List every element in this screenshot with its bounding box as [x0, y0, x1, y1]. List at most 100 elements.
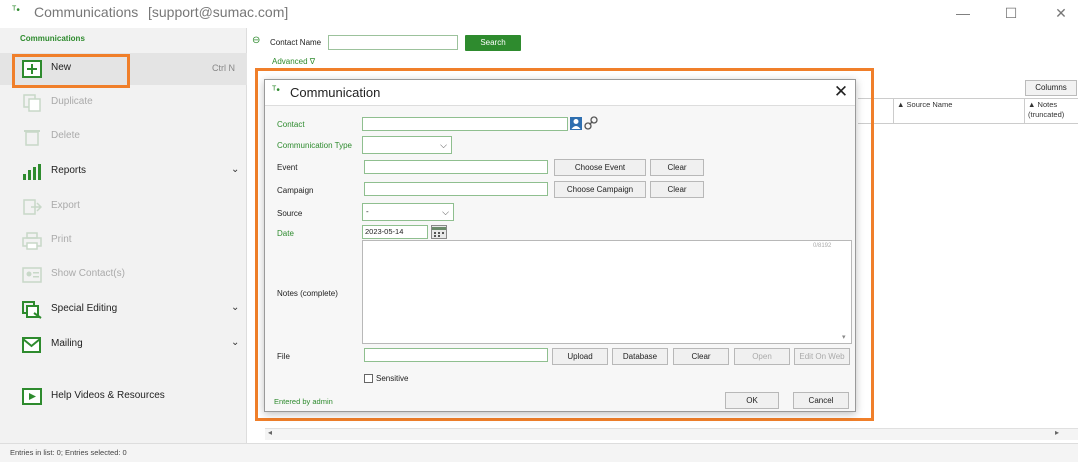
contact-label: Contact	[277, 120, 305, 129]
sidebar-item-label: Mailing	[51, 338, 83, 349]
sidebar-item-special-editing[interactable]: Special Editing ⌄	[0, 294, 247, 326]
communication-type-select[interactable]: ⌵	[362, 136, 452, 154]
sidebar-item-label: Show Contact(s)	[51, 268, 125, 279]
maximize-button[interactable]: ☐	[996, 2, 1026, 24]
chevron-down-icon: ⌄	[231, 164, 240, 175]
window-titlebar: ᵀ• Communications [support@sumac.com] — …	[0, 0, 1078, 26]
column-divider[interactable]	[1024, 98, 1025, 124]
clear-event-button[interactable]: Clear	[650, 159, 704, 176]
upload-button[interactable]: Upload	[552, 348, 608, 365]
ok-button[interactable]: OK	[725, 392, 779, 409]
notes-label: Notes (complete)	[277, 289, 338, 298]
dialog-titlebar: ᵀ• Communication ✕	[265, 80, 855, 106]
choose-event-button[interactable]: Choose Event	[554, 159, 646, 176]
export-icon	[23, 199, 42, 215]
notes-textarea[interactable]: 0/8192 ▾	[362, 240, 852, 344]
status-text: Entries in list: 0; Entries selected: 0	[10, 448, 127, 457]
contact-lookup-icon[interactable]	[570, 117, 582, 130]
column-header-source-name[interactable]: ▲ Source Name	[897, 100, 952, 110]
printer-icon	[22, 232, 42, 250]
open-button[interactable]: Open	[734, 348, 790, 365]
sidebar-item-label: Duplicate	[51, 96, 93, 107]
chevron-down-icon: ⌄	[231, 337, 240, 348]
sidebar-item-label: Reports	[51, 165, 87, 176]
contact-name-label: Contact Name	[270, 38, 322, 47]
search-toggle-icon[interactable]: ⊖	[252, 35, 260, 46]
contact-name-input[interactable]	[328, 35, 458, 50]
clear-campaign-button[interactable]: Clear	[650, 181, 704, 198]
edit-on-web-button[interactable]: Edit On Web	[794, 348, 850, 365]
duplicate-icon	[23, 94, 41, 112]
columns-button[interactable]: Columns	[1025, 80, 1077, 96]
app-logo-icon: ᵀ•	[12, 5, 20, 16]
sidebar-item-show-contacts[interactable]: Show Contact(s)	[0, 259, 247, 291]
sidebar: Communications New Ctrl N Duplicate Dele…	[0, 28, 247, 443]
sidebar-item-export[interactable]: Export	[0, 191, 247, 223]
trash-icon	[24, 130, 40, 146]
app-logo-icon: ᵀ•	[272, 85, 280, 96]
sidebar-item-label: Print	[51, 234, 72, 245]
date-label: Date	[277, 229, 294, 238]
event-label: Event	[277, 163, 298, 172]
choose-campaign-button[interactable]: Choose Campaign	[554, 181, 646, 198]
column-divider[interactable]	[893, 98, 894, 124]
horizontal-scrollbar[interactable]	[265, 428, 1078, 440]
date-input[interactable]: 2023-05-14	[362, 225, 428, 239]
shortcut-hint: Ctrl N	[212, 63, 235, 73]
campaign-input[interactable]	[364, 182, 548, 196]
entered-by-text: Entered by admin	[274, 397, 333, 406]
status-bar: Entries in list: 0; Entries selected: 0	[0, 443, 1078, 462]
sensitive-checkbox[interactable]	[364, 374, 373, 383]
column-header-notes[interactable]: ▲ Notes (truncated)	[1028, 100, 1076, 120]
window-title: Communications	[34, 4, 139, 20]
search-button[interactable]: Search	[465, 35, 521, 51]
dialog-title: Communication	[290, 85, 381, 100]
sensitive-label: Sensitive	[376, 374, 409, 383]
sidebar-item-help-videos[interactable]: Help Videos & Resources	[0, 381, 247, 413]
new-button-highlight	[12, 54, 130, 88]
sidebar-item-label: Export	[51, 200, 80, 211]
sidebar-item-duplicate[interactable]: Duplicate	[0, 87, 247, 119]
bar-chart-icon	[23, 164, 41, 180]
scroll-down-icon[interactable]: ▾	[842, 333, 846, 341]
sidebar-item-mailing[interactable]: Mailing ⌄	[0, 329, 247, 361]
notes-character-count: 0/8192	[813, 243, 832, 249]
chevron-down-icon: ⌵	[440, 140, 447, 150]
window-user: [support@sumac.com]	[148, 4, 289, 20]
chevron-down-icon: ⌄	[231, 302, 240, 313]
link-icon[interactable]	[584, 116, 598, 130]
calendar-icon[interactable]	[431, 225, 447, 239]
dialog-close-button[interactable]: ✕	[831, 82, 851, 102]
sidebar-item-delete[interactable]: Delete	[0, 121, 247, 153]
sidebar-item-label: Help Videos & Resources	[51, 390, 165, 401]
source-label: Source	[277, 209, 303, 218]
communication-dialog: ᵀ• Communication ✕ Contact Communication…	[264, 79, 856, 412]
advanced-search-link[interactable]: Advanced ∇	[272, 57, 315, 66]
database-button[interactable]: Database	[612, 348, 668, 365]
mail-icon	[22, 337, 41, 353]
file-input[interactable]	[364, 348, 548, 362]
sidebar-heading: Communications	[20, 34, 85, 43]
close-window-button[interactable]: ✕	[1046, 2, 1076, 24]
sort-icon: ▲	[1028, 100, 1036, 109]
sort-icon: ▲	[897, 100, 905, 109]
sidebar-item-reports[interactable]: Reports ⌄	[0, 156, 247, 188]
scroll-right-icon[interactable]: ▸	[1055, 428, 1059, 437]
video-play-icon	[22, 388, 42, 405]
campaign-label: Campaign	[277, 186, 314, 195]
chevron-down-icon: ⌵	[442, 207, 449, 217]
clear-file-button[interactable]: Clear	[673, 348, 729, 365]
contact-input[interactable]	[362, 117, 568, 131]
source-value: -	[366, 207, 369, 216]
sidebar-item-label: Delete	[51, 130, 80, 141]
contact-card-icon	[22, 267, 42, 283]
cancel-button[interactable]: Cancel	[793, 392, 849, 409]
scroll-left-icon[interactable]: ◂	[268, 428, 272, 437]
source-select[interactable]: - ⌵	[362, 203, 454, 221]
sidebar-item-label: Special Editing	[51, 303, 118, 314]
stacked-edit-icon	[22, 301, 42, 319]
column-header-label: Source Name	[906, 100, 953, 109]
minimize-button[interactable]: —	[948, 2, 978, 24]
event-input[interactable]	[364, 160, 548, 174]
sidebar-item-print[interactable]: Print	[0, 225, 247, 257]
